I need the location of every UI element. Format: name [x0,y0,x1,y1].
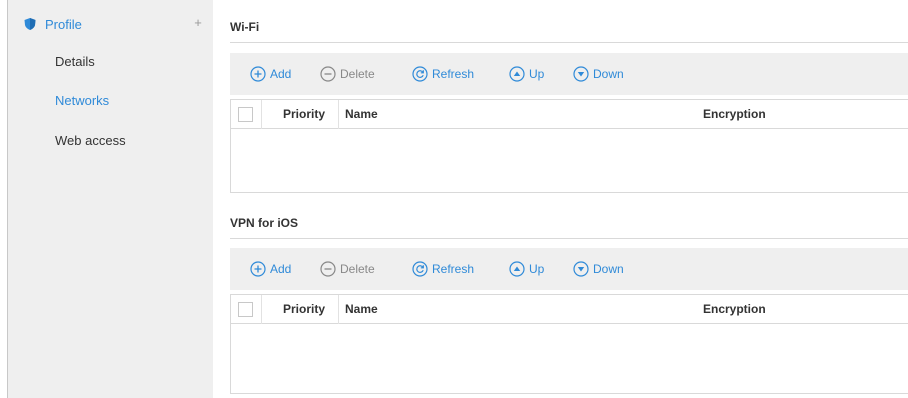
vpn-add-button[interactable]: Add [250,260,291,278]
delete-label: Delete [340,262,375,276]
section-divider [230,238,908,239]
vpn-delete-button[interactable]: Delete [320,260,375,278]
arrow-down-circle-icon [573,66,589,82]
arrow-up-circle-icon [509,66,525,82]
column-header-name[interactable]: Name [345,107,378,121]
wifi-table-header: Priority Name Encryption [230,99,908,129]
wifi-toolbar: Add Delete Refresh Up Down [230,53,908,95]
add-profile-button[interactable]: + [192,14,204,32]
minus-circle-icon [320,66,336,82]
select-all-checkbox[interactable] [238,302,253,317]
refresh-label: Refresh [432,67,475,81]
sidebar-profile-label: Profile [45,16,82,32]
refresh-icon [412,66,428,82]
wifi-up-button[interactable]: Up [509,65,544,83]
column-header-priority[interactable]: Priority [283,302,325,316]
up-label: Up [529,67,545,81]
column-separator [261,295,262,324]
column-separator [338,100,339,129]
down-label: Down [593,67,624,81]
column-separator [261,100,262,129]
wifi-table-body [230,129,908,193]
down-label: Down [593,262,624,276]
add-label: Add [270,67,292,81]
wifi-delete-button[interactable]: Delete [320,65,375,83]
shield-icon [24,18,36,30]
arrow-up-circle-icon [509,261,525,277]
section-divider [230,42,908,43]
plus-circle-icon [250,66,266,82]
refresh-icon [412,261,428,277]
wifi-refresh-button[interactable]: Refresh [412,65,474,83]
refresh-label: Refresh [432,262,475,276]
vpn-refresh-button[interactable]: Refresh [412,260,474,278]
column-header-encryption[interactable]: Encryption [703,107,766,121]
app-frame: Profile + Details Networks Web access Wi… [0,0,908,398]
sidebar-item-networks[interactable]: Networks [55,93,109,108]
vpn-up-button[interactable]: Up [509,260,544,278]
main-content: Wi-Fi Add Delete Refresh Up Down Priorit… [230,0,908,398]
vpn-table-header: Priority Name Encryption [230,294,908,324]
sidebar-profile-header[interactable]: Profile [23,14,82,34]
column-separator [338,295,339,324]
up-label: Up [529,262,545,276]
column-header-priority[interactable]: Priority [283,107,325,121]
column-header-name[interactable]: Name [345,302,378,316]
vpn-toolbar: Add Delete Refresh Up Down [230,248,908,290]
wifi-add-button[interactable]: Add [250,65,291,83]
sidebar-item-web-access[interactable]: Web access [55,133,126,148]
column-header-encryption[interactable]: Encryption [703,302,766,316]
minus-circle-icon [320,261,336,277]
sidebar: Profile + Details Networks Web access [8,0,213,398]
plus-circle-icon [250,261,266,277]
select-all-checkbox[interactable] [238,107,253,122]
wifi-down-button[interactable]: Down [573,65,624,83]
vpn-down-button[interactable]: Down [573,260,624,278]
delete-label: Delete [340,67,375,81]
vpn-table-body [230,324,908,394]
arrow-down-circle-icon [573,261,589,277]
section-title-wifi: Wi-Fi [230,20,260,34]
sidebar-item-details[interactable]: Details [55,54,95,69]
section-title-vpn: VPN for iOS [230,216,299,230]
add-label: Add [270,262,292,276]
